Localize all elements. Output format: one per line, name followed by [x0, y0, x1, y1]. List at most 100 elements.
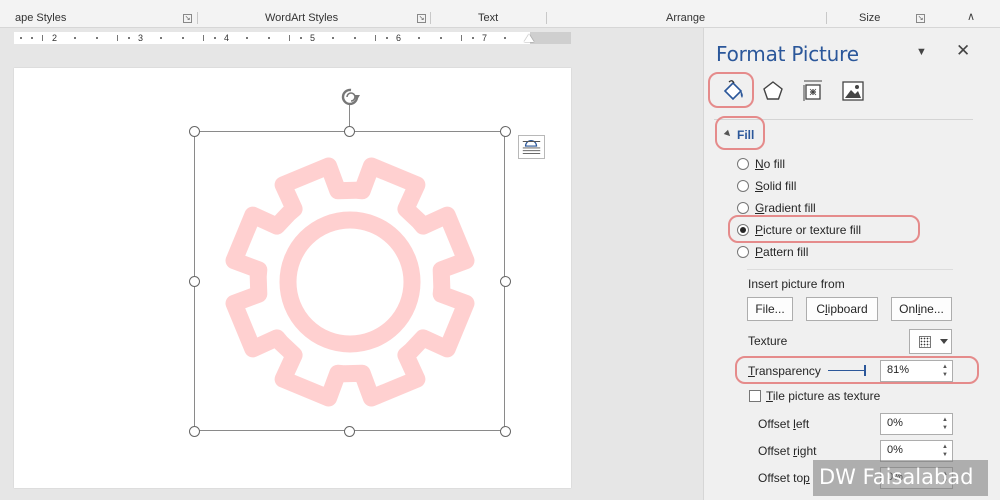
- group-arrange: Arrange: [666, 12, 706, 24]
- offset-right-label: Offset right: [758, 444, 817, 458]
- resize-handle-top-right[interactable]: [500, 126, 511, 137]
- ruler-tick: [375, 35, 376, 41]
- spinner-value[interactable]: 0%: [887, 417, 903, 429]
- solid-fill-radio[interactable]: Solid fill: [737, 178, 796, 194]
- group-size: Size: [859, 12, 881, 24]
- format-picture-pane: Format Picture ▼ ✕ Fill No fill Solid fi…: [703, 28, 1000, 500]
- ribbon-group-labels: ape Styles ↘ WordArt Styles ↘ Text Arran…: [0, 0, 1000, 28]
- btn-text: ne...: [920, 302, 944, 316]
- no-fill-radio[interactable]: No fill: [737, 156, 785, 172]
- collapse-ribbon-icon[interactable]: ∧: [964, 10, 978, 24]
- resize-handle-right[interactable]: [500, 276, 511, 287]
- ruler-number: 4: [224, 33, 230, 43]
- ruler-dot: [440, 37, 442, 39]
- dropdown-caret-icon[interactable]: ▼: [916, 46, 927, 58]
- tile-picture-checkbox[interactable]: [749, 390, 761, 402]
- layout-options-icon: [522, 140, 541, 154]
- resize-handle-top[interactable]: [344, 126, 355, 137]
- gradient-fill-radio[interactable]: Gradient fill: [737, 200, 816, 216]
- divider: [197, 12, 198, 24]
- highlight-picture-fill: [728, 215, 920, 243]
- ruler-dot: [182, 37, 184, 39]
- radio-label: Gradient fill: [755, 201, 816, 215]
- watermark: DW Faisalabad: [813, 460, 988, 496]
- ruler-tick: [42, 35, 43, 41]
- offset-top-label: Offset top: [758, 471, 810, 485]
- ruler-number: 6: [396, 33, 402, 43]
- radio-label: No fill: [755, 157, 785, 171]
- offset-right-spinner[interactable]: 0% ▲ ▼: [880, 440, 953, 462]
- radio-label: Solid fill: [755, 179, 796, 193]
- dropdown-arrow-icon: [940, 339, 948, 344]
- radio-button[interactable]: [737, 246, 749, 258]
- watermark-text: DW Faisalabad: [819, 465, 974, 489]
- highlight-fill-tab: [708, 72, 754, 108]
- access-key: p: [803, 471, 810, 485]
- ruler-dot: [418, 37, 420, 39]
- clipboard-button[interactable]: Clipboard: [806, 297, 878, 321]
- group-shape-styles: ape Styles: [15, 12, 67, 24]
- shape-styles-launcher-icon[interactable]: ↘: [183, 14, 192, 23]
- horizontal-ruler[interactable]: 2 3 4 5 6 7: [14, 32, 571, 44]
- resize-handle-bottom-left[interactable]: [189, 426, 200, 437]
- layout-options-button[interactable]: [518, 135, 545, 159]
- rotate-handle-icon[interactable]: [338, 86, 364, 108]
- ruler-margin-area: [530, 32, 571, 44]
- gear-icon[interactable]: [212, 150, 488, 414]
- radio-button[interactable]: [737, 202, 749, 214]
- online-button[interactable]: Online...: [891, 297, 952, 321]
- access-key: P: [755, 245, 764, 259]
- resize-handle-left[interactable]: [189, 276, 200, 287]
- ruler-dot: [300, 37, 302, 39]
- ruler-number: 5: [310, 33, 316, 43]
- wordart-styles-launcher-icon[interactable]: ↘: [417, 14, 426, 23]
- btn-text: C: [816, 302, 825, 316]
- picture-icon[interactable]: [840, 78, 866, 104]
- label-text: Offset: [758, 417, 794, 431]
- ruler-dot: [96, 37, 98, 39]
- resize-handle-bottom-right[interactable]: [500, 426, 511, 437]
- resize-handle-top-left[interactable]: [189, 126, 200, 137]
- ruler-dot: [246, 37, 248, 39]
- right-indent-marker[interactable]: [524, 34, 534, 42]
- divider: [430, 12, 431, 24]
- insert-picture-from-label: Insert picture from: [748, 277, 845, 291]
- radio-button[interactable]: [737, 158, 749, 170]
- label-text: Offset to: [758, 471, 804, 485]
- ruler-number: 3: [138, 33, 144, 43]
- label-text: Offset: [758, 444, 794, 458]
- size-properties-icon[interactable]: [800, 78, 826, 104]
- file-button[interactable]: File...: [747, 297, 793, 321]
- divider: [747, 269, 953, 270]
- pane-title: Format Picture: [716, 42, 859, 66]
- pentagon-icon[interactable]: [760, 78, 786, 104]
- size-launcher-icon[interactable]: ↘: [916, 14, 925, 23]
- spinner-value[interactable]: 0%: [887, 444, 903, 456]
- ruler-dot: [74, 37, 76, 39]
- label-text: ile picture as texture: [772, 389, 881, 403]
- ruler-dot: [160, 37, 162, 39]
- access-key: G: [755, 201, 765, 215]
- ruler-dot: [472, 37, 474, 39]
- offset-left-spinner[interactable]: 0% ▲ ▼: [880, 413, 953, 435]
- resize-handle-bottom[interactable]: [344, 426, 355, 437]
- divider: [826, 12, 827, 24]
- pattern-fill-radio[interactable]: Pattern fill: [737, 244, 808, 260]
- ruler-tick: [203, 35, 204, 41]
- radio-button[interactable]: [737, 180, 749, 192]
- ruler-dot: [504, 37, 506, 39]
- texture-swatch-icon: [919, 336, 931, 348]
- access-key: S: [755, 179, 764, 193]
- radio-label-text: olid fill: [763, 179, 797, 193]
- texture-picker-button[interactable]: [909, 329, 952, 354]
- highlight-fill-header: [715, 116, 765, 150]
- spinner-arrows-icon[interactable]: ▲▼: [942, 443, 948, 459]
- spinner-arrows-icon[interactable]: ▲▼: [942, 416, 948, 432]
- ruler-dot: [214, 37, 216, 39]
- radio-label: Pattern fill: [755, 245, 808, 259]
- access-key: T: [766, 389, 773, 403]
- radio-label-text: radient fill: [764, 201, 816, 215]
- highlight-transparency: [735, 356, 979, 384]
- offset-left-label: Offset left: [758, 417, 809, 431]
- close-icon[interactable]: ✕: [956, 41, 970, 61]
